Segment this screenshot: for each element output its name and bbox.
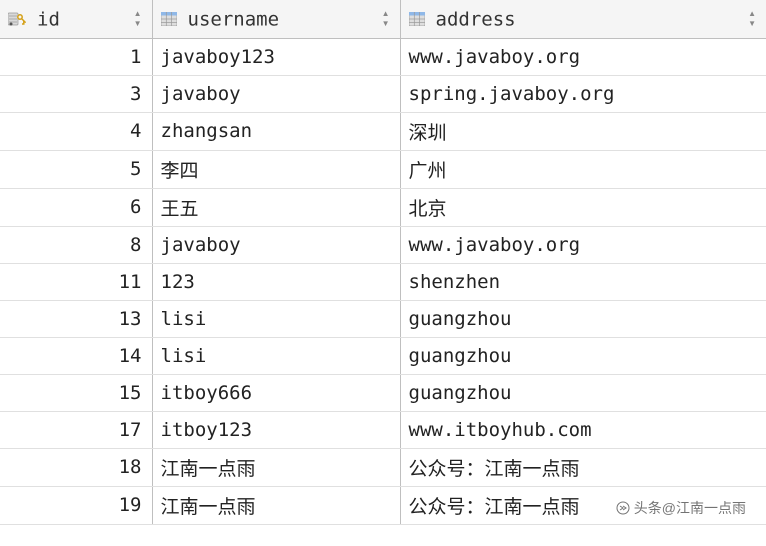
cell-username[interactable]: javaboy xyxy=(152,226,400,263)
cell-username[interactable]: itboy123 xyxy=(152,411,400,448)
sort-icon[interactable]: ▲▼ xyxy=(134,10,142,28)
table-row[interactable]: 11123shenzhen xyxy=(0,263,766,300)
cell-username[interactable]: 123 xyxy=(152,263,400,300)
cell-username[interactable]: 江南一点雨 xyxy=(152,486,400,524)
cell-id[interactable]: 18 xyxy=(0,448,152,486)
column-icon xyxy=(161,12,177,26)
cell-address[interactable]: guangzhou xyxy=(400,300,766,337)
cell-address[interactable]: guangzhou xyxy=(400,337,766,374)
table-header-row: id ▲▼ username ▲▼ xyxy=(0,0,766,38)
cell-address[interactable]: 公众号：江南一点雨 xyxy=(400,448,766,486)
cell-id[interactable]: 15 xyxy=(0,374,152,411)
cell-address[interactable]: spring.javaboy.org xyxy=(400,75,766,112)
cell-address[interactable]: www.itboyhub.com xyxy=(400,411,766,448)
cell-username[interactable]: lisi xyxy=(152,300,400,337)
table-row[interactable]: 3javaboyspring.javaboy.org xyxy=(0,75,766,112)
table-row[interactable]: 6王五北京 xyxy=(0,188,766,226)
cell-username[interactable]: javaboy123 xyxy=(152,38,400,75)
cell-id[interactable]: 19 xyxy=(0,486,152,524)
table-row[interactable]: 18江南一点雨公众号：江南一点雨 xyxy=(0,448,766,486)
table-row[interactable]: 5李四广州 xyxy=(0,150,766,188)
table-row[interactable]: 13lisiguangzhou xyxy=(0,300,766,337)
cell-id[interactable]: 14 xyxy=(0,337,152,374)
column-header-address[interactable]: address ▲▼ xyxy=(400,0,766,38)
table-row[interactable]: 8javaboywww.javaboy.org xyxy=(0,226,766,263)
cell-address[interactable]: www.javaboy.org xyxy=(400,38,766,75)
cell-username[interactable]: lisi xyxy=(152,337,400,374)
cell-address[interactable]: 北京 xyxy=(400,188,766,226)
cell-username[interactable]: 李四 xyxy=(152,150,400,188)
cell-id[interactable]: 3 xyxy=(0,75,152,112)
cell-id[interactable]: 6 xyxy=(0,188,152,226)
column-label: address xyxy=(436,8,516,30)
column-label: username xyxy=(188,8,280,30)
column-icon xyxy=(409,12,425,26)
table-row[interactable]: 14lisiguangzhou xyxy=(0,337,766,374)
cell-id[interactable]: 17 xyxy=(0,411,152,448)
cell-id[interactable]: 11 xyxy=(0,263,152,300)
table-row[interactable]: 17itboy123www.itboyhub.com xyxy=(0,411,766,448)
cell-address[interactable]: 公众号：江南一点雨 xyxy=(400,486,766,524)
cell-username[interactable]: 王五 xyxy=(152,188,400,226)
column-label: id xyxy=(37,8,60,30)
cell-address[interactable]: www.javaboy.org xyxy=(400,226,766,263)
table-row[interactable]: 4zhangsan深圳 xyxy=(0,112,766,150)
primary-key-column-icon xyxy=(8,11,26,27)
cell-address[interactable]: 广州 xyxy=(400,150,766,188)
cell-username[interactable]: javaboy xyxy=(152,75,400,112)
cell-id[interactable]: 8 xyxy=(0,226,152,263)
table-row[interactable]: 19江南一点雨公众号：江南一点雨 xyxy=(0,486,766,524)
sort-icon[interactable]: ▲▼ xyxy=(382,10,390,28)
cell-id[interactable]: 4 xyxy=(0,112,152,150)
cell-id[interactable]: 13 xyxy=(0,300,152,337)
table-row[interactable]: 1javaboy123www.javaboy.org xyxy=(0,38,766,75)
cell-address[interactable]: guangzhou xyxy=(400,374,766,411)
cell-id[interactable]: 5 xyxy=(0,150,152,188)
cell-address[interactable]: 深圳 xyxy=(400,112,766,150)
sort-icon[interactable]: ▲▼ xyxy=(748,10,756,28)
cell-username[interactable]: zhangsan xyxy=(152,112,400,150)
results-table: id ▲▼ username ▲▼ xyxy=(0,0,766,525)
column-header-id[interactable]: id ▲▼ xyxy=(0,0,152,38)
table-row[interactable]: 15itboy666guangzhou xyxy=(0,374,766,411)
cell-username[interactable]: itboy666 xyxy=(152,374,400,411)
column-header-username[interactable]: username ▲▼ xyxy=(152,0,400,38)
cell-address[interactable]: shenzhen xyxy=(400,263,766,300)
table-body: 1javaboy123www.javaboy.org3javaboyspring… xyxy=(0,38,766,524)
cell-id[interactable]: 1 xyxy=(0,38,152,75)
cell-username[interactable]: 江南一点雨 xyxy=(152,448,400,486)
